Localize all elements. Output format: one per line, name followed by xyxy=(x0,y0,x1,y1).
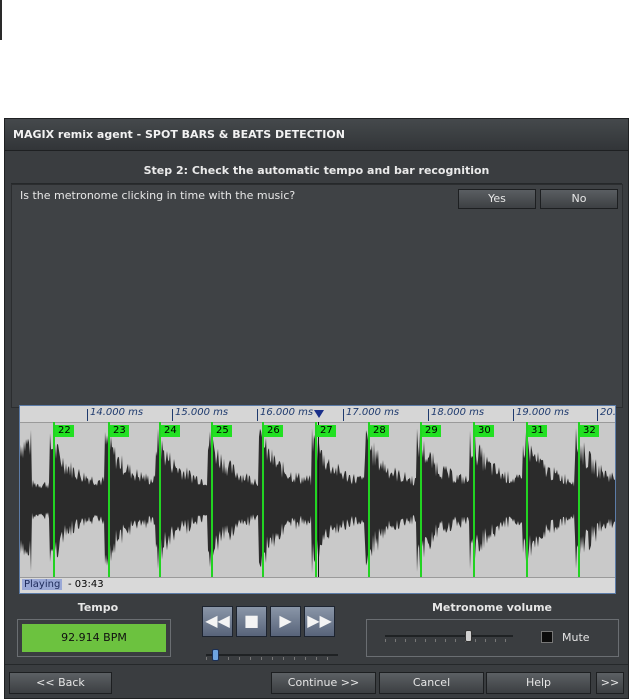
question-panel: Is the metronome clicking in time with t… xyxy=(11,184,623,408)
metronome-panel: Mute xyxy=(366,619,619,657)
bar-number-label: 26 xyxy=(264,425,283,437)
position-ticks xyxy=(206,657,338,660)
bar-number-label: 24 xyxy=(161,425,180,437)
remix-agent-dialog: MAGIX remix agent - SPOT BARS & BEATS DE… xyxy=(4,118,629,699)
volume-ticks xyxy=(385,639,513,642)
bar-number-label: 23 xyxy=(110,425,129,437)
playhead-marker-icon[interactable] xyxy=(314,410,324,418)
bar-number-label: 31 xyxy=(528,425,547,437)
playback-state: Playing xyxy=(22,579,63,590)
bar-number-label: 29 xyxy=(422,425,441,437)
bar-marker[interactable] xyxy=(315,422,317,580)
tempo-panel: 92.914 BPM xyxy=(17,619,171,657)
more-button[interactable]: >> xyxy=(596,672,624,694)
waveform-view[interactable]: 14.000 ms 15.000 ms 16.000 ms 17.000 ms … xyxy=(19,405,616,594)
transport-controls: ◀◀ ■ ▶ ▶▶ xyxy=(202,606,338,640)
bar-marker[interactable] xyxy=(420,422,422,580)
ruler-label: 15.000 ms xyxy=(171,407,229,421)
help-button[interactable]: Help xyxy=(486,672,591,694)
cancel-button[interactable]: Cancel xyxy=(379,672,484,694)
bar-number-label: 22 xyxy=(55,425,74,437)
metronome-volume-slider[interactable] xyxy=(385,630,513,644)
bar-number-label: 32 xyxy=(580,425,599,437)
bar-marker[interactable] xyxy=(368,422,370,580)
playback-time: - 03:43 xyxy=(68,579,104,590)
mute-checkbox[interactable] xyxy=(541,631,553,643)
tempo-label: Tempo xyxy=(77,601,119,614)
continue-button[interactable]: Continue >> xyxy=(271,672,376,694)
rewind-button[interactable]: ◀◀ xyxy=(202,606,233,637)
tempo-display: 92.914 BPM xyxy=(22,624,166,652)
title-bar: MAGIX remix agent - SPOT BARS & BEATS DE… xyxy=(5,119,628,151)
bar-marker[interactable] xyxy=(53,422,55,580)
ruler-label: 16.000 ms xyxy=(256,407,314,421)
bar-number-label: 30 xyxy=(475,425,494,437)
position-slider-thumb[interactable] xyxy=(212,649,220,661)
stop-button[interactable]: ■ xyxy=(236,606,267,637)
ruler-label: 14.000 ms xyxy=(86,407,144,421)
mute-label: Mute xyxy=(562,631,590,644)
ruler-label: 19.000 ms xyxy=(512,407,570,421)
ruler-label: 20. xyxy=(597,407,616,421)
bar-marker[interactable] xyxy=(578,422,580,580)
ruler-label: 17.000 ms xyxy=(342,407,400,421)
background-edge xyxy=(0,0,2,40)
fast-forward-button[interactable]: ▶▶ xyxy=(304,606,335,637)
bar-number-label: 27 xyxy=(317,425,336,437)
position-track xyxy=(206,654,338,656)
volume-slider-thumb[interactable] xyxy=(464,630,472,642)
back-button[interactable]: << Back xyxy=(9,672,112,694)
play-button[interactable]: ▶ xyxy=(270,606,301,637)
playback-cursor xyxy=(318,422,319,580)
no-button[interactable]: No xyxy=(540,189,618,209)
bar-marker[interactable] xyxy=(473,422,475,580)
volume-track xyxy=(385,635,513,637)
footer-divider xyxy=(5,664,628,665)
playback-status-bar: Playing - 03:43 xyxy=(20,577,615,593)
metronome-volume-label: Metronome volume xyxy=(431,601,553,614)
bar-marker[interactable] xyxy=(262,422,264,580)
time-ruler[interactable]: 14.000 ms 15.000 ms 16.000 ms 17.000 ms … xyxy=(20,406,615,423)
step-title: Step 2: Check the automatic tempo and ba… xyxy=(143,164,490,177)
bar-number-label: 25 xyxy=(213,425,232,437)
ruler-label: 18.000 ms xyxy=(427,407,485,421)
bar-marker[interactable] xyxy=(211,422,213,580)
bar-number-label: 28 xyxy=(370,425,389,437)
position-slider[interactable] xyxy=(206,649,338,661)
bar-marker[interactable] xyxy=(108,422,110,580)
window-title: MAGIX remix agent - SPOT BARS & BEATS DE… xyxy=(13,128,345,141)
bar-marker[interactable] xyxy=(526,422,528,580)
bar-marker[interactable] xyxy=(159,422,161,580)
question-text: Is the metronome clicking in time with t… xyxy=(20,189,296,202)
yes-button[interactable]: Yes xyxy=(458,189,536,209)
